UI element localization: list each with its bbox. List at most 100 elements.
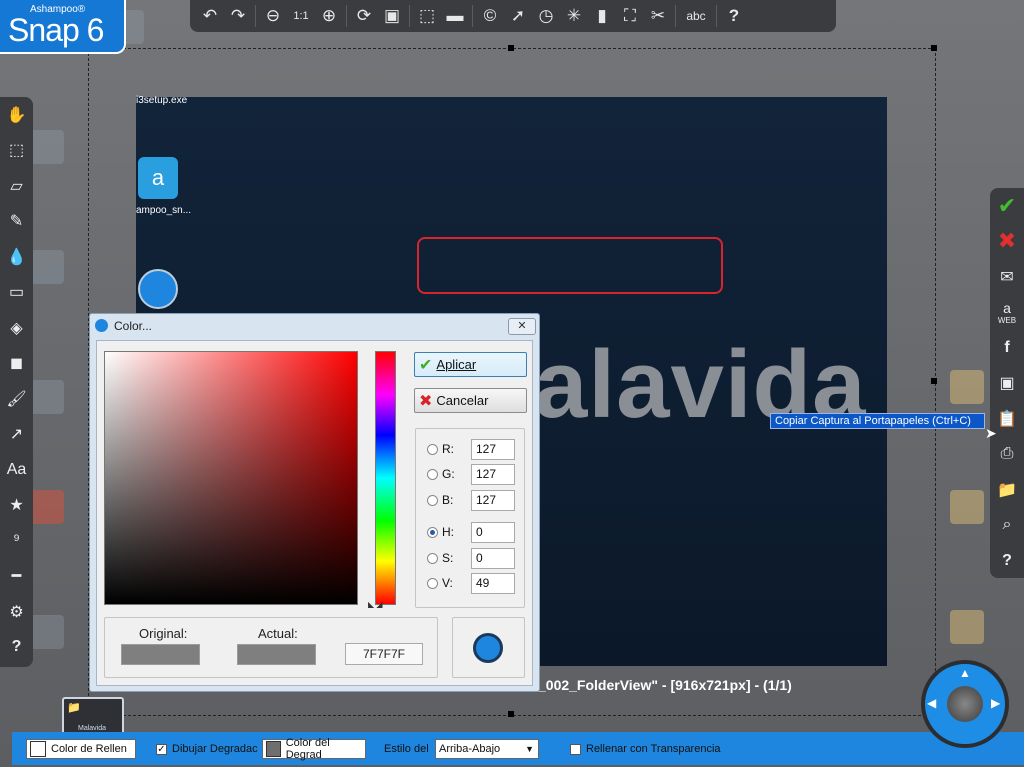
magic-wand-icon[interactable]: ✳: [560, 2, 588, 30]
nav-up-icon[interactable]: ▲: [959, 666, 971, 680]
drop-icon[interactable]: 💧: [0, 239, 33, 275]
nav-center-button[interactable]: [947, 686, 983, 722]
highlight-icon[interactable]: ▭: [0, 275, 33, 311]
b-input[interactable]: 127: [471, 489, 515, 511]
marquee-icon[interactable]: ⬚: [0, 133, 33, 169]
zoom-in-icon[interactable]: ⊕: [315, 2, 343, 30]
hue-slider[interactable]: [375, 351, 396, 605]
radio-b[interactable]: [427, 494, 438, 506]
save-icon[interactable]: ▣: [990, 366, 1024, 402]
resize-handle[interactable]: [931, 378, 937, 384]
desktop-icon[interactable]: [30, 130, 64, 164]
bucket-icon[interactable]: ▮: [588, 2, 616, 30]
ok-icon[interactable]: ✔: [990, 188, 1024, 224]
field-label: V:: [442, 576, 453, 590]
settings-icon[interactable]: ⚙: [0, 594, 33, 630]
gradient-icon[interactable]: ▬: [441, 2, 469, 30]
transparency-checkbox[interactable]: Rellenar con Transparencia: [570, 739, 721, 759]
check-icon: ✔: [419, 356, 433, 374]
field-label: H:: [442, 525, 454, 539]
folder-icon[interactable]: 📁: [990, 472, 1024, 508]
close-icon[interactable]: ✕: [508, 318, 536, 335]
field-g: G: 127: [427, 463, 519, 485]
camera-icon: [95, 319, 108, 332]
radio-v[interactable]: [427, 577, 438, 589]
copyright-icon[interactable]: ©: [476, 2, 504, 30]
arrow-icon[interactable]: ↗: [0, 417, 33, 453]
fill-icon[interactable]: ◈: [0, 310, 33, 346]
radio-s[interactable]: [427, 552, 438, 564]
folder-icon: 📁: [67, 702, 81, 714]
color-picker-button[interactable]: [473, 633, 503, 663]
cancel-button[interactable]: ✖ Cancelar: [414, 388, 527, 413]
radio-r[interactable]: [427, 443, 438, 455]
eraser-icon[interactable]: ▱: [0, 168, 33, 204]
web-icon[interactable]: a WEB: [990, 295, 1024, 331]
shapes-icon[interactable]: ◼: [0, 346, 33, 382]
field-label: S:: [442, 551, 454, 565]
navigation-wheel[interactable]: ▲ ◀ ▶: [921, 660, 1009, 748]
rotate-icon[interactable]: ⟳: [350, 2, 378, 30]
stamp-icon[interactable]: ★: [0, 488, 33, 524]
pointer-icon[interactable]: ➚: [504, 2, 532, 30]
desktop-icon[interactable]: [950, 490, 984, 524]
checkbox-checked[interactable]: ✓: [156, 743, 167, 755]
style-select[interactable]: Arriba-Abajo ▼: [435, 739, 539, 759]
radio-g[interactable]: [427, 468, 438, 480]
counter-icon[interactable]: ⁹: [0, 523, 33, 559]
web-label: WEB: [997, 315, 1017, 325]
cut-icon[interactable]: ✂: [644, 2, 672, 30]
desktop-icon[interactable]: [30, 380, 64, 414]
fill-color-button[interactable]: Color de Rellen: [26, 739, 136, 759]
search-icon[interactable]: ⌕: [990, 508, 1024, 544]
v-input[interactable]: 49: [471, 572, 515, 594]
hand-icon[interactable]: ✋: [0, 97, 33, 133]
nav-left-icon[interactable]: ◀: [927, 696, 936, 710]
desktop-icon[interactable]: [30, 250, 64, 284]
style-label: Estilo del: [384, 743, 429, 755]
desktop-icon[interactable]: [950, 610, 984, 644]
zoom-out-icon[interactable]: ⊖: [259, 2, 287, 30]
apply-button[interactable]: ✔ Aplicar: [414, 352, 527, 377]
redo-icon[interactable]: ↷: [224, 2, 252, 30]
select-icon[interactable]: ⬚: [413, 2, 441, 30]
desktop-icon[interactable]: [30, 615, 64, 649]
draw-gradient-checkbox[interactable]: ✓ Dibujar Degradac: [156, 739, 258, 759]
hue-marker-icon[interactable]: ◣ ◢: [368, 600, 383, 609]
zoom-actual-icon[interactable]: 1:1: [287, 2, 315, 30]
email-icon[interactable]: ✉: [990, 259, 1024, 295]
nav-right-icon[interactable]: ▶: [991, 696, 1000, 710]
r-input[interactable]: 127: [471, 438, 515, 460]
cancel-icon[interactable]: ✖: [990, 224, 1024, 260]
help-icon[interactable]: ?: [990, 543, 1024, 579]
radio-h[interactable]: [427, 526, 438, 538]
top-toolbar: ↶ ↷ ⊖ 1:1 ⊕ ⟳ ▣ ⬚ ▬ © ➚ ◷ ✳ ▮ ⛶ ✂ abc ?: [190, 0, 836, 32]
h-input[interactable]: 0: [471, 521, 515, 543]
separator: [409, 5, 410, 27]
hex-input[interactable]: 7F7F7F: [345, 643, 423, 665]
image-icon[interactable]: ▣: [378, 2, 406, 30]
g-input[interactable]: 127: [471, 463, 515, 485]
resize-handle[interactable]: [931, 45, 937, 51]
checkbox-unchecked[interactable]: [570, 743, 581, 755]
resize-handle[interactable]: [508, 45, 514, 51]
resize-handle[interactable]: [508, 711, 514, 717]
facebook-icon[interactable]: f: [990, 330, 1024, 366]
desktop-icon[interactable]: [950, 370, 984, 404]
clock-icon[interactable]: ◷: [532, 2, 560, 30]
pencil-icon[interactable]: ✎: [0, 204, 33, 240]
undo-icon[interactable]: ↶: [196, 2, 224, 30]
transparency-label: Rellenar con Transparencia: [586, 743, 721, 755]
spellcheck-icon[interactable]: abc: [679, 2, 713, 30]
help-icon[interactable]: ?: [0, 630, 33, 666]
text-icon[interactable]: Aa: [0, 452, 33, 488]
gradient-color-button[interactable]: Color del Degrad: [262, 737, 366, 761]
cursor-icon: ➤: [985, 425, 997, 441]
desktop-icon[interactable]: [30, 490, 64, 524]
help-icon[interactable]: ?: [720, 2, 748, 30]
line-icon[interactable]: ━: [0, 559, 33, 595]
brush-icon[interactable]: 🖌: [0, 381, 33, 417]
saturation-value-picker[interactable]: [104, 351, 358, 605]
fit-icon[interactable]: ⛶: [616, 2, 644, 30]
s-input[interactable]: 0: [471, 547, 515, 569]
